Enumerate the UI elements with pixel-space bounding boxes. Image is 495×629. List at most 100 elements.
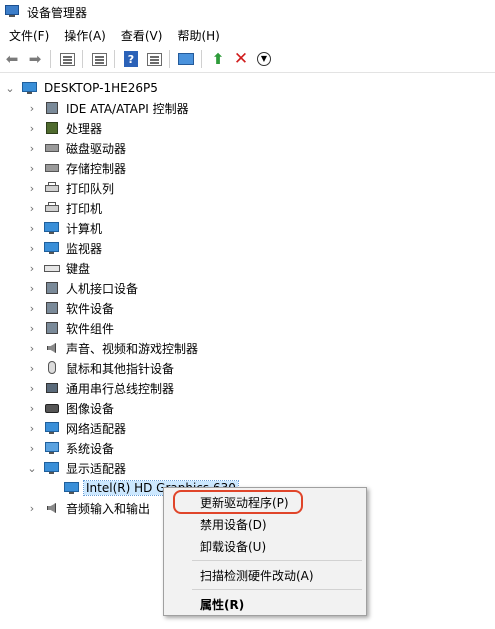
menu-separator — [192, 589, 362, 590]
network-adapter-icon — [44, 421, 60, 435]
expand-chevron-icon[interactable]: › — [26, 198, 38, 218]
menu-bar: 文件(F) 操作(A) 查看(V) 帮助(H) — [0, 24, 495, 46]
toolbar-separator — [82, 50, 83, 68]
software-component-icon — [44, 321, 60, 335]
menu-view[interactable]: 查看(V) — [112, 27, 169, 44]
expand-chevron-icon[interactable]: › — [26, 498, 38, 518]
tree-item-ide[interactable]: › IDE ATA/ATAPI 控制器 — [26, 98, 189, 118]
audio-io-icon — [44, 501, 60, 515]
device-manager-icon — [5, 5, 21, 19]
tree-item-hid[interactable]: › 人机接口设备 — [26, 278, 138, 298]
hid-icon — [44, 281, 60, 295]
tree-item-label: 显示适配器 — [66, 461, 127, 476]
expand-chevron-icon[interactable]: › — [26, 338, 38, 358]
expand-chevron-icon[interactable]: › — [26, 398, 38, 418]
tree-item-mouse[interactable]: › 鼠标和其他指针设备 — [26, 358, 174, 378]
keyboard-icon — [44, 261, 60, 275]
action-pane-icon — [146, 52, 162, 66]
expand-chevron-icon[interactable]: › — [26, 258, 38, 278]
menu-uninstall-device[interactable]: 卸载设备(U) — [164, 535, 366, 557]
tree-item-label: 人机接口设备 — [66, 281, 139, 296]
tree-item-label: 通用串行总线控制器 — [66, 381, 175, 396]
computer-icon — [22, 81, 38, 95]
action-pane-button[interactable] — [143, 48, 165, 70]
properties-button[interactable] — [88, 48, 110, 70]
expand-chevron-icon[interactable]: › — [26, 378, 38, 398]
uninstall-x-icon: ✕ — [233, 48, 249, 69]
tree-item-label: IDE ATA/ATAPI 控制器 — [66, 101, 189, 116]
tree-item-print-queue[interactable]: › 打印队列 — [26, 178, 114, 198]
menu-disable-device[interactable]: 禁用设备(D) — [164, 513, 366, 535]
title-bar: 设备管理器 — [0, 0, 495, 24]
tree-item-monitor[interactable]: › 监视器 — [26, 238, 102, 258]
menu-separator — [192, 560, 362, 561]
expand-chevron-icon[interactable]: › — [26, 418, 38, 438]
computer-icon — [44, 221, 60, 235]
disable-down-icon: ▼ — [257, 52, 271, 66]
print-queue-icon — [44, 181, 60, 195]
menu-properties[interactable]: 属性(R) — [164, 593, 366, 615]
menu-help[interactable]: 帮助(H) — [168, 27, 225, 44]
display-adapter-icon — [44, 461, 60, 475]
back-button[interactable]: ⬅ — [1, 48, 23, 70]
collapse-chevron-icon[interactable]: ⌄ — [4, 78, 16, 98]
expand-chevron-icon[interactable]: › — [26, 158, 38, 178]
tree-item-disk[interactable]: › 磁盘驱动器 — [26, 138, 126, 158]
expand-chevron-icon[interactable]: › — [26, 138, 38, 158]
forward-arrow-icon: ➡ — [28, 49, 42, 68]
disable-button[interactable]: ▼ — [253, 48, 275, 70]
help-button[interactable]: ? — [120, 48, 142, 70]
tree-item-sound[interactable]: › 声音、视频和游戏控制器 — [26, 338, 198, 358]
expand-chevron-icon[interactable]: › — [26, 178, 38, 198]
tree-item-label: 软件组件 — [66, 321, 115, 336]
tree-item-computer[interactable]: › 计算机 — [26, 218, 102, 238]
tree-item-display[interactable]: ⌄ 显示适配器 — [26, 458, 126, 478]
tree-item-printer[interactable]: › 打印机 — [26, 198, 102, 218]
expand-chevron-icon[interactable]: › — [26, 298, 38, 318]
display-adapter-icon — [64, 481, 80, 495]
expand-chevron-icon[interactable]: › — [26, 278, 38, 298]
expand-chevron-icon[interactable]: › — [26, 98, 38, 118]
window-title: 设备管理器 — [27, 5, 88, 20]
printer-icon — [44, 201, 60, 215]
usb-controller-icon — [44, 381, 60, 395]
tree-item-label: 计算机 — [66, 221, 103, 236]
expand-chevron-icon[interactable]: › — [26, 438, 38, 458]
update-driver-button[interactable]: ⬆ — [207, 48, 229, 70]
tree-item-label: 存储控制器 — [66, 161, 127, 176]
tree-item-audio-io[interactable]: › 音频输入和输出 — [26, 498, 150, 518]
context-menu: 更新驱动程序(P) 禁用设备(D) 卸载设备(U) 扫描检测硬件改动(A) 属性… — [163, 487, 367, 616]
collapse-chevron-icon[interactable]: ⌄ — [26, 458, 38, 478]
expand-chevron-icon[interactable]: › — [26, 358, 38, 378]
menu-action[interactable]: 操作(A) — [55, 27, 112, 44]
disk-drive-icon — [44, 141, 60, 155]
tree-item-system[interactable]: › 系统设备 — [26, 438, 114, 458]
uninstall-button[interactable]: ✕ — [230, 48, 252, 70]
show-hide-console-tree-button[interactable] — [56, 48, 78, 70]
tree-item-software-component[interactable]: › 软件组件 — [26, 318, 114, 338]
forward-button[interactable]: ➡ — [24, 48, 46, 70]
tree-item-processor[interactable]: › 处理器 — [26, 118, 102, 138]
menu-update-driver[interactable]: 更新驱动程序(P) — [164, 491, 366, 513]
expand-chevron-icon[interactable]: › — [26, 118, 38, 138]
expand-chevron-icon[interactable]: › — [26, 318, 38, 338]
tree-item-label: 系统设备 — [66, 441, 115, 456]
tree-item-label: 音频输入和输出 — [66, 501, 151, 516]
expand-chevron-icon[interactable]: › — [26, 238, 38, 258]
tree-item-software-device[interactable]: › 软件设备 — [26, 298, 114, 318]
expand-chevron-icon[interactable]: › — [26, 218, 38, 238]
tree-root[interactable]: ⌄ DESKTOP-1HE26P5 — [4, 78, 157, 98]
tree-item-keyboard[interactable]: › 键盘 — [26, 258, 90, 278]
tree-item-label: 鼠标和其他指针设备 — [66, 361, 175, 376]
scan-hardware-button[interactable] — [175, 48, 197, 70]
menu-file[interactable]: 文件(F) — [0, 27, 55, 44]
tree-item-imaging[interactable]: › 图像设备 — [26, 398, 114, 418]
software-device-icon — [44, 301, 60, 315]
console-tree-icon — [59, 52, 75, 66]
tree-item-storage[interactable]: › 存储控制器 — [26, 158, 126, 178]
mouse-icon — [44, 361, 60, 375]
tree-item-usb[interactable]: › 通用串行总线控制器 — [26, 378, 174, 398]
menu-scan-hardware[interactable]: 扫描检测硬件改动(A) — [164, 564, 366, 586]
tree-item-network[interactable]: › 网络适配器 — [26, 418, 126, 438]
